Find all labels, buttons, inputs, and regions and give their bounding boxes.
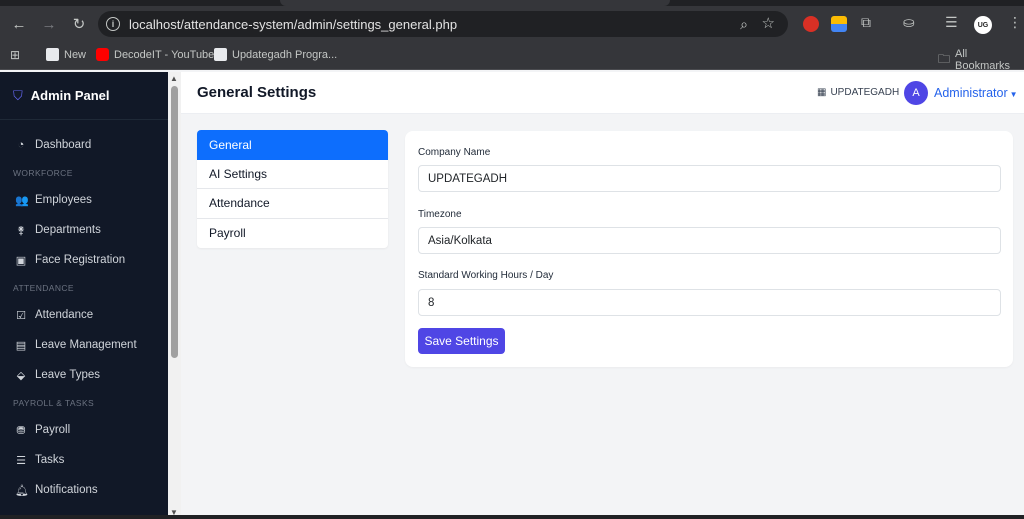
sidebar-item-label: Payroll: [35, 424, 71, 436]
user-menu[interactable]: Administrator ▼: [934, 86, 1018, 100]
sidebar: ⛉ Admin Panel ◔ Dashboard WORKFORCE 👥 Em…: [0, 72, 168, 519]
dashboard-icon: ◔: [17, 139, 25, 151]
diagram-icon: ⚵: [16, 224, 26, 237]
working-hours-label: Standard Working Hours / Day: [418, 270, 554, 281]
all-bookmarks[interactable]: 🗀 All Bookmarks: [938, 48, 1024, 72]
media-queue-icon[interactable]: ☰: [945, 14, 958, 31]
sidebar-item-label: Departments: [35, 224, 101, 236]
tab-payroll[interactable]: Payroll: [197, 219, 388, 249]
address-bar[interactable]: i localhost/attendance-system/admin/sett…: [98, 11, 788, 37]
reload-icon[interactable]: ↻: [68, 13, 90, 35]
tab-attendance[interactable]: Attendance: [197, 189, 388, 219]
bookmark-label: Updategadh Progra...: [232, 48, 338, 61]
timezone-label: Timezone: [418, 209, 462, 220]
sidebar-item-notifications[interactable]: 🔔︎ Notifications: [0, 475, 168, 505]
window-bottom-edge: [0, 515, 1024, 519]
sidebar-item-leave-management[interactable]: ▤ Leave Management: [0, 330, 168, 360]
caret-down-icon: ▼: [1009, 90, 1018, 99]
bookmark-favicon-icon: [214, 48, 227, 61]
folder-icon: 🗀: [938, 51, 951, 66]
bookmark-new[interactable]: New: [46, 48, 86, 61]
sidebar-item-label: Notifications: [35, 484, 98, 496]
sidebar-item-label: Tasks: [35, 454, 65, 466]
person-badge-icon: ▣: [15, 254, 27, 267]
sidebar-scrollbar[interactable]: ▲ ▼: [168, 72, 181, 519]
browser-toolbar: ← → ↻ i localhost/attendance-system/admi…: [0, 6, 1024, 42]
avatar[interactable]: A: [904, 81, 928, 105]
bookmark-label: DecodeIT - YouTube: [114, 48, 215, 61]
sidebar-item-dashboard[interactable]: ◔ Dashboard: [0, 130, 168, 160]
profile-avatar[interactable]: UG: [974, 16, 992, 34]
extension-colorful-icon[interactable]: [831, 16, 847, 32]
tab-ai-settings[interactable]: AI Settings: [197, 160, 388, 189]
sidebar-item-label: Employees: [35, 194, 92, 206]
sidebar-item-departments[interactable]: ⚵ Departments: [0, 215, 168, 245]
people-icon: 👥: [15, 194, 29, 207]
save-settings-button[interactable]: Save Settings: [418, 328, 505, 354]
calendar-check-icon: ☑: [16, 309, 26, 322]
sidebar-item-tasks[interactable]: ☰ Tasks: [0, 445, 168, 475]
section-payroll-tasks: PAYROLL & TASKS: [13, 397, 95, 408]
sidebar-item-attendance[interactable]: ☑ Attendance: [0, 300, 168, 330]
brand-name: Admin Panel: [30, 88, 110, 103]
tab-general[interactable]: General: [197, 130, 388, 160]
youtube-icon: [96, 48, 109, 61]
main-content: General Settings ▦ UPDATEGADH A Administ…: [181, 72, 1024, 519]
sidebar-item-payroll[interactable]: ⛃ Payroll: [0, 415, 168, 445]
sidebar-item-label: Attendance: [35, 309, 94, 321]
site-info-icon[interactable]: i: [106, 17, 120, 31]
extension-red-icon[interactable]: [803, 16, 819, 32]
bookmarks-bar: ⊞ New DecodeIT - YouTube Updategadh Prog…: [0, 42, 1024, 72]
settings-tabs: General AI Settings Attendance Payroll: [197, 130, 388, 248]
bookmark-favicon-icon: [46, 48, 59, 61]
apps-grid-icon[interactable]: ⊞: [10, 48, 20, 62]
company-name: UPDATEGADH: [830, 87, 900, 98]
company-name-input[interactable]: UPDATEGADH: [418, 165, 1001, 192]
shield-icon: ⛉: [13, 87, 23, 103]
sidebar-item-label: Leave Management: [35, 339, 137, 351]
browser-menu-icon[interactable]: ⋮: [1008, 14, 1022, 31]
bookmark-youtube[interactable]: DecodeIT - YouTube: [96, 48, 214, 61]
company-badge: ▦ UPDATEGADH: [817, 87, 899, 98]
settings-card: Company Name UPDATEGADH Timezone Asia/Ko…: [405, 131, 1013, 367]
tags-icon: ⬙: [16, 369, 26, 382]
forward-icon[interactable]: →: [38, 13, 60, 35]
scrollbar-thumb[interactable]: [171, 86, 178, 358]
bookmark-label: New: [64, 48, 87, 61]
user-name: Administrator: [934, 86, 1008, 100]
page-title: General Settings: [197, 84, 317, 101]
scroll-up-arrow-icon[interactable]: ▲: [170, 74, 178, 83]
bookmark-updategadh[interactable]: Updategadh Progra...: [214, 48, 337, 61]
extensions-puzzle-icon[interactable]: ⧉: [861, 14, 871, 31]
calendar-icon: ▤: [15, 339, 27, 352]
cash-icon: ⛃: [16, 424, 26, 437]
section-workforce: WORKFORCE: [13, 167, 73, 178]
sidebar-item-face-registration[interactable]: ▣ Face Registration: [0, 245, 168, 275]
back-icon[interactable]: ←: [8, 13, 30, 35]
bookmark-star-icon[interactable]: ☆: [762, 14, 775, 32]
address-url[interactable]: localhost/attendance-system/admin/settin…: [129, 17, 457, 32]
sidebar-item-label: Face Registration: [35, 254, 126, 266]
working-hours-input[interactable]: 8: [418, 289, 1001, 316]
timezone-input[interactable]: Asia/Kolkata: [418, 227, 1001, 254]
incognito-icon[interactable]: ⛀: [903, 14, 915, 31]
sidebar-item-leave-types[interactable]: ⬙ Leave Types: [0, 360, 168, 390]
list-task-icon: ☰: [16, 454, 26, 467]
section-attendance: ATTENDANCE: [13, 282, 74, 293]
sidebar-item-label: Leave Types: [35, 369, 101, 381]
bell-icon: 🔔︎: [15, 484, 29, 497]
sidebar-item-employees[interactable]: 👥 Employees: [0, 185, 168, 215]
all-bookmarks-label: All Bookmarks: [955, 48, 1011, 72]
search-icon[interactable]: ⌕: [740, 16, 748, 33]
sidebar-item-label: Dashboard: [35, 139, 92, 151]
company-name-label: Company Name: [418, 147, 491, 158]
top-header: General Settings ▦ UPDATEGADH A Administ…: [181, 72, 1024, 114]
brand[interactable]: ⛉ Admin Panel: [0, 72, 168, 120]
building-icon: ▦: [817, 87, 827, 98]
